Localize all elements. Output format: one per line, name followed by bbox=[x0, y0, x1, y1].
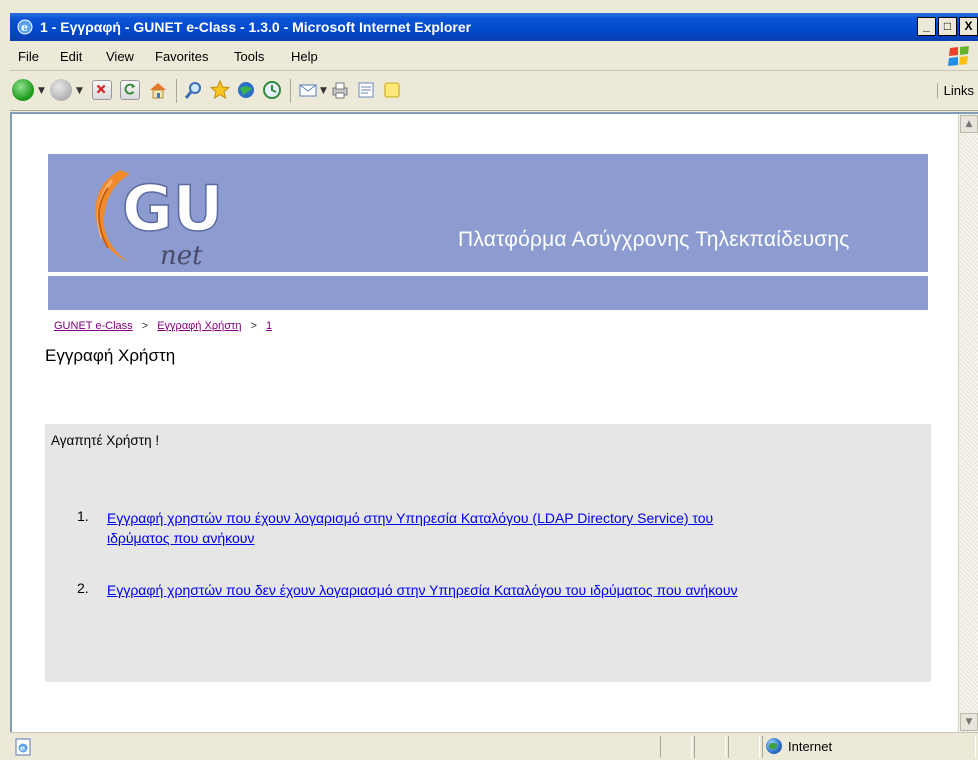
menu-edit[interactable]: Edit bbox=[60, 49, 82, 64]
registration-panel: Αγαπητέ Χρήστη ! 1. Εγγραφή χρηστών που … bbox=[45, 424, 931, 682]
ldap-registration-link[interactable]: Εγγραφή χρηστών που έχουν λογαρισμό στην… bbox=[107, 508, 713, 548]
menu-help[interactable]: Help bbox=[291, 49, 318, 64]
history-icon[interactable] bbox=[262, 80, 282, 100]
title-bar[interactable]: e 1 - Εγγραφή - GUNET e-Class - 1.3.0 - … bbox=[10, 13, 978, 41]
logo-text: GU bbox=[122, 172, 223, 245]
scroll-up-icon[interactable]: ▲ bbox=[960, 115, 978, 133]
home-icon[interactable] bbox=[148, 80, 168, 100]
toolbar-separator bbox=[176, 79, 177, 103]
forward-icon[interactable] bbox=[50, 79, 72, 101]
menu-bar: File Edit View Favorites Tools Help bbox=[10, 41, 978, 71]
breadcrumb-current[interactable]: 1 bbox=[266, 320, 272, 332]
search-icon[interactable] bbox=[184, 80, 204, 100]
gunet-logo: GU net bbox=[95, 170, 224, 270]
menu-favorites[interactable]: Favorites bbox=[155, 49, 208, 64]
close-button[interactable]: X bbox=[959, 17, 978, 36]
toolbar: ▼ ▼ ▼ Links bbox=[10, 71, 978, 111]
scroll-down-icon[interactable]: ▼ bbox=[960, 713, 978, 731]
site-banner: GU net Πλατφόρμα Ασύγχρονης Τηλεκπαίδευσ… bbox=[48, 154, 928, 310]
page-status-icon: e bbox=[15, 738, 31, 756]
stop-icon[interactable] bbox=[92, 80, 112, 100]
internet-explorer-icon: e bbox=[17, 19, 33, 35]
greeting-text: Αγαπητέ Χρήστη ! bbox=[51, 433, 160, 448]
print-icon[interactable] bbox=[330, 80, 350, 100]
status-cell bbox=[694, 736, 726, 758]
media-icon[interactable] bbox=[236, 80, 256, 100]
breadcrumb-home-link[interactable]: GUNET e-Class bbox=[54, 320, 133, 332]
zone-label: Internet bbox=[788, 738, 833, 754]
vertical-scrollbar[interactable]: ▲ ▼ bbox=[958, 114, 978, 732]
breadcrumb-section-link[interactable]: Εγγραφή Χρήστη bbox=[157, 320, 241, 332]
banner-lower-bar bbox=[48, 276, 928, 310]
logo-subtext: net bbox=[160, 241, 203, 270]
window-controls: _ □ X bbox=[917, 17, 978, 36]
toolbar-separator bbox=[290, 79, 291, 103]
svg-text:e: e bbox=[21, 21, 28, 34]
back-icon[interactable] bbox=[12, 79, 34, 101]
menu-tools[interactable]: Tools bbox=[234, 49, 264, 64]
menu-file[interactable]: File bbox=[18, 49, 39, 64]
security-zone[interactable]: Internet bbox=[766, 738, 832, 754]
standard-registration-link[interactable]: Εγγραφή χρηστών που δεν έχουν λογαριασμό… bbox=[107, 580, 737, 600]
breadcrumb-separator: > bbox=[141, 320, 149, 332]
browser-window: e 1 - Εγγραφή - GUNET e-Class - 1.3.0 - … bbox=[0, 0, 978, 760]
status-bar: e Internet bbox=[10, 732, 978, 760]
status-cell bbox=[728, 736, 760, 758]
links-label[interactable]: Links bbox=[936, 83, 974, 98]
refresh-icon[interactable] bbox=[120, 80, 140, 100]
favorites-icon[interactable] bbox=[210, 80, 230, 100]
breadcrumb-separator: > bbox=[250, 320, 257, 332]
messenger-icon[interactable] bbox=[382, 80, 402, 100]
menu-view[interactable]: View bbox=[106, 49, 134, 64]
maximize-button[interactable]: □ bbox=[938, 17, 957, 36]
mail-dropdown-icon[interactable]: ▼ bbox=[320, 86, 327, 96]
window-title: 1 - Εγγραφή - GUNET e-Class - 1.3.0 - Mi… bbox=[40, 19, 472, 35]
mail-icon[interactable] bbox=[298, 80, 318, 100]
status-cell bbox=[660, 736, 692, 758]
page-title: Εγγραφή Χρήστη bbox=[45, 346, 176, 365]
ldap-registration-link-line1[interactable]: Εγγραφή χρηστών που έχουν λογαρισμό στην… bbox=[107, 510, 713, 526]
edit-icon[interactable] bbox=[356, 80, 376, 100]
option-number: 1. bbox=[77, 508, 89, 524]
back-dropdown-icon[interactable]: ▼ bbox=[38, 86, 45, 96]
breadcrumb: GUNET e-Class > Εγγραφή Χρήστη > 1 bbox=[54, 320, 272, 332]
minimize-button[interactable]: _ bbox=[917, 17, 936, 36]
option-number: 2. bbox=[77, 580, 89, 596]
page-viewport: GU net Πλατφόρμα Ασύγχρονης Τηλεκπαίδευσ… bbox=[10, 112, 978, 732]
svg-text:e: e bbox=[20, 743, 25, 753]
windows-logo-icon bbox=[948, 46, 969, 66]
internet-globe-icon bbox=[766, 738, 782, 754]
forward-dropdown-icon[interactable]: ▼ bbox=[76, 86, 83, 96]
banner-tagline: Πλατφόρμα Ασύγχρονης Τηλεκπαίδευσης bbox=[458, 228, 850, 251]
ldap-registration-link-line2[interactable]: ιδρύματος που ανήκουν bbox=[107, 530, 254, 546]
